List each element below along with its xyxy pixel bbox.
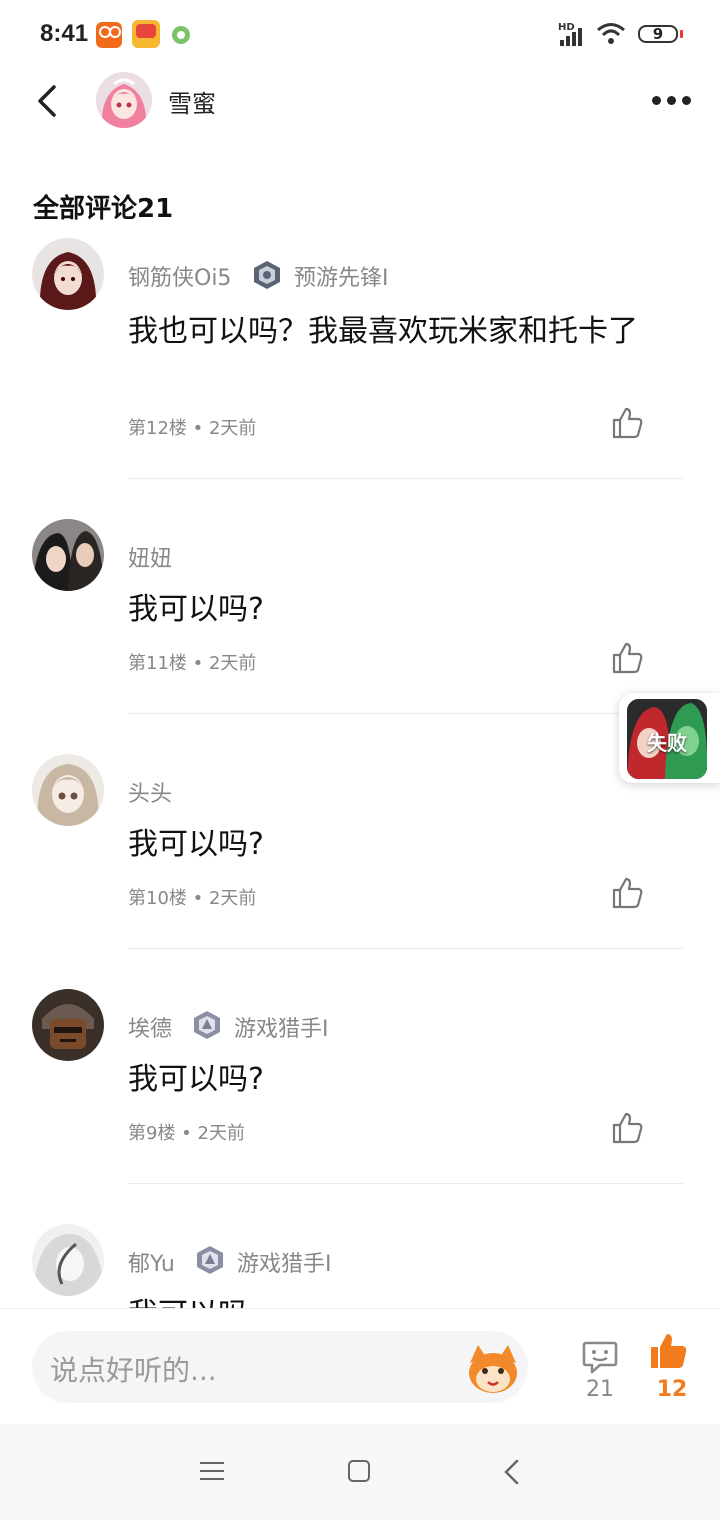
commenter-avatar[interactable] bbox=[32, 519, 104, 591]
wifi-icon bbox=[597, 23, 625, 44]
comment-meta: 第9楼 • 2天前 bbox=[128, 1123, 245, 1144]
floating-game-image: 失败 bbox=[627, 699, 707, 779]
commenter-avatar[interactable] bbox=[32, 238, 104, 310]
commenter-avatar[interactable] bbox=[32, 1224, 104, 1296]
kuaishou-app-icon bbox=[96, 22, 122, 48]
comment-meta: 第12楼 • 2天前 bbox=[128, 418, 257, 439]
badge-hunter-icon bbox=[197, 1246, 223, 1274]
comment-count: 21 bbox=[586, 1377, 614, 1402]
commenter-name[interactable]: 郁Yu bbox=[128, 1246, 175, 1278]
floating-game-card[interactable]: 失败 bbox=[619, 693, 720, 783]
comment-text: 我可以吗? bbox=[128, 1062, 264, 1097]
commenter-badge: 游戏猎手I bbox=[237, 1252, 332, 1277]
status-bar: 8:41 HD 9 bbox=[0, 0, 720, 70]
back-arrow-icon[interactable] bbox=[30, 84, 64, 118]
nav-menu-icon[interactable] bbox=[200, 1460, 224, 1482]
floating-card-label: 失败 bbox=[647, 731, 687, 755]
commenter-name[interactable]: 妞妞 bbox=[128, 541, 172, 573]
battery-level: 9 bbox=[652, 25, 664, 43]
signal-icon bbox=[560, 24, 586, 46]
thumbs-up-icon[interactable] bbox=[610, 406, 644, 440]
comment-divider bbox=[128, 1183, 684, 1184]
green-app-icon bbox=[172, 26, 190, 44]
top-header: 雪蜜 bbox=[0, 70, 720, 130]
commenter-badge: 游戏猎手I bbox=[234, 1017, 329, 1042]
comment-icon[interactable] bbox=[580, 1337, 620, 1377]
badge-shield-icon bbox=[254, 261, 280, 289]
commenter-avatar[interactable] bbox=[32, 989, 104, 1061]
commenter-name[interactable]: 头头 bbox=[128, 776, 172, 808]
commenter-name[interactable]: 钢筋侠Oi5 bbox=[128, 260, 231, 292]
thumbs-up-icon[interactable] bbox=[610, 1111, 644, 1145]
badge-hunter-icon bbox=[194, 1011, 220, 1039]
commenter-avatar[interactable] bbox=[32, 754, 104, 826]
nav-home-icon[interactable] bbox=[348, 1460, 370, 1482]
thumbs-up-icon[interactable] bbox=[610, 876, 644, 910]
status-time: 8:41 bbox=[40, 20, 89, 47]
like-count: 12 bbox=[656, 1377, 688, 1402]
game-app-icon bbox=[132, 20, 160, 48]
commenter-badge: 预游先锋I bbox=[294, 266, 389, 291]
bottom-action-bar: 说点好听的... 21 12 bbox=[0, 1308, 720, 1425]
comment-meta: 第11楼 • 2天前 bbox=[128, 653, 257, 674]
comment-input-placeholder: 说点好听的... bbox=[50, 1354, 217, 1387]
comment-text: 我可以吗? bbox=[128, 827, 264, 862]
more-icon[interactable] bbox=[648, 94, 694, 105]
user-name[interactable]: 雪蜜 bbox=[168, 84, 216, 119]
nav-back-icon[interactable] bbox=[500, 1458, 524, 1486]
battery-icon: 9 bbox=[638, 25, 678, 43]
commenter-name[interactable]: 埃德 bbox=[128, 1011, 172, 1043]
comment-divider bbox=[128, 713, 684, 714]
thumbs-up-filled-icon[interactable] bbox=[648, 1331, 688, 1371]
comment-meta: 第10楼 • 2天前 bbox=[128, 888, 257, 909]
comment-input[interactable]: 说点好听的... bbox=[32, 1331, 528, 1403]
mascot-emoji-icon[interactable] bbox=[464, 1339, 522, 1397]
battery-tip bbox=[680, 30, 683, 38]
user-avatar[interactable] bbox=[96, 72, 152, 128]
section-title: 全部评论21 bbox=[33, 194, 174, 224]
comment-text: 我可以吗? bbox=[128, 592, 264, 627]
comment-divider bbox=[128, 948, 684, 949]
comment-text: 我也可以吗？我最喜欢玩米家和托卡了 bbox=[128, 314, 638, 349]
thumbs-up-icon[interactable] bbox=[610, 641, 644, 675]
system-nav-bar bbox=[0, 1424, 720, 1520]
comment-divider bbox=[128, 478, 684, 479]
